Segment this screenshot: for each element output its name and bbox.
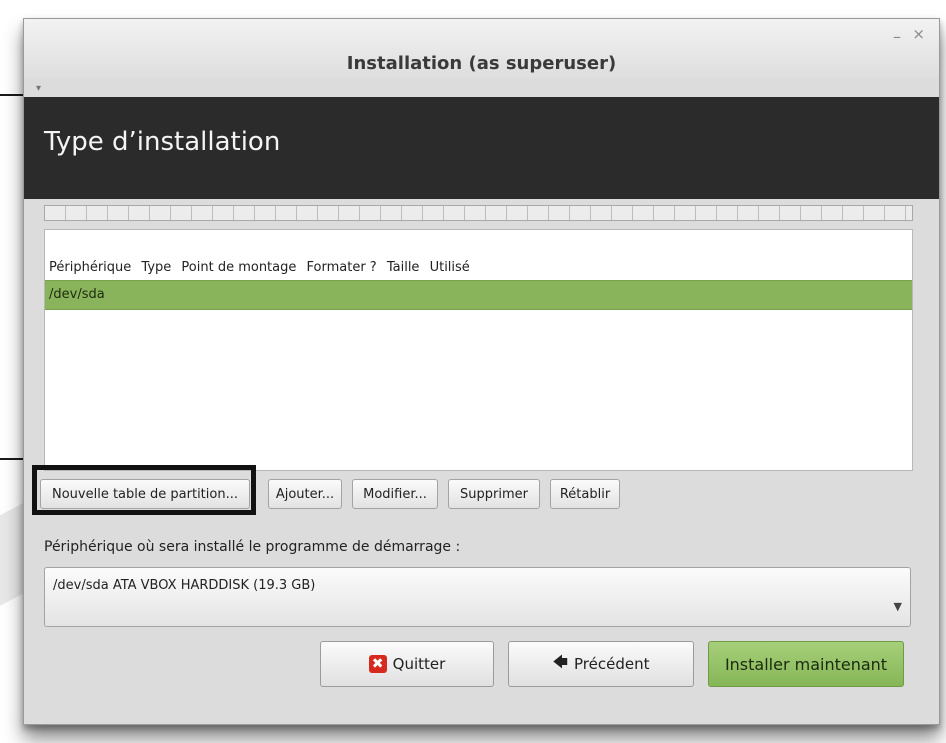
screenshot-stage: Installation (as superuser) – × ▾ Type d… (0, 0, 946, 743)
title-bar[interactable]: Installation (as superuser) – × (24, 19, 939, 79)
installer-window: Installation (as superuser) – × ▾ Type d… (23, 18, 940, 725)
bootloader-label: Périphérique où sera installé le program… (44, 539, 461, 555)
back-button[interactable]: 🡄 Précédent (508, 641, 694, 687)
close-red-icon: ✖ (368, 655, 387, 673)
reset-button[interactable]: Rétablir (550, 479, 620, 509)
table-row[interactable]: /dev/sda (45, 280, 912, 310)
page-title: Type d’installation (44, 127, 281, 157)
column-header-used[interactable]: Utilisé (430, 260, 470, 275)
quit-button[interactable]: ✖ Quitter (320, 641, 494, 687)
back-label: Précédent (574, 655, 650, 673)
minimize-icon[interactable]: – (893, 27, 901, 46)
column-header-mount-point[interactable]: Point de montage (181, 260, 296, 275)
table-header: Périphérique Type Point de montage Forma… (49, 260, 476, 282)
new-partition-table-button[interactable]: Nouvelle table de partition... (40, 479, 250, 509)
arrow-left-icon: 🡄 (552, 652, 569, 671)
column-header-type[interactable]: Type (141, 260, 171, 275)
install-now-button[interactable]: Installer maintenant (708, 641, 904, 687)
delete-button[interactable]: Supprimer (448, 479, 540, 509)
progress-bar (44, 205, 913, 221)
add-button[interactable]: Ajouter... (268, 479, 342, 509)
column-header-device[interactable]: Périphérique (49, 260, 131, 275)
window-menu-icon[interactable]: ▾ (36, 83, 41, 94)
column-header-format[interactable]: Formater ? (307, 260, 377, 275)
close-icon[interactable]: × (912, 25, 925, 43)
modify-button[interactable]: Modifier... (352, 479, 438, 509)
dropdown-arrow-icon[interactable]: ▼ (894, 600, 902, 613)
header-band: Type d’installation (24, 97, 939, 199)
column-header-size[interactable]: Taille (387, 260, 420, 275)
bootloader-device-select[interactable]: /dev/sda ATA VBOX HARDDISK (19.3 GB) ▼ (44, 567, 911, 627)
quit-label: Quitter (392, 655, 446, 673)
window-title: Installation (as superuser) (346, 53, 617, 74)
row-device-cell: /dev/sda (49, 287, 105, 302)
bootloader-selected-value: /dev/sda ATA VBOX HARDDISK (19.3 GB) (53, 578, 316, 593)
partition-table: Périphérique Type Point de montage Forma… (44, 229, 913, 471)
